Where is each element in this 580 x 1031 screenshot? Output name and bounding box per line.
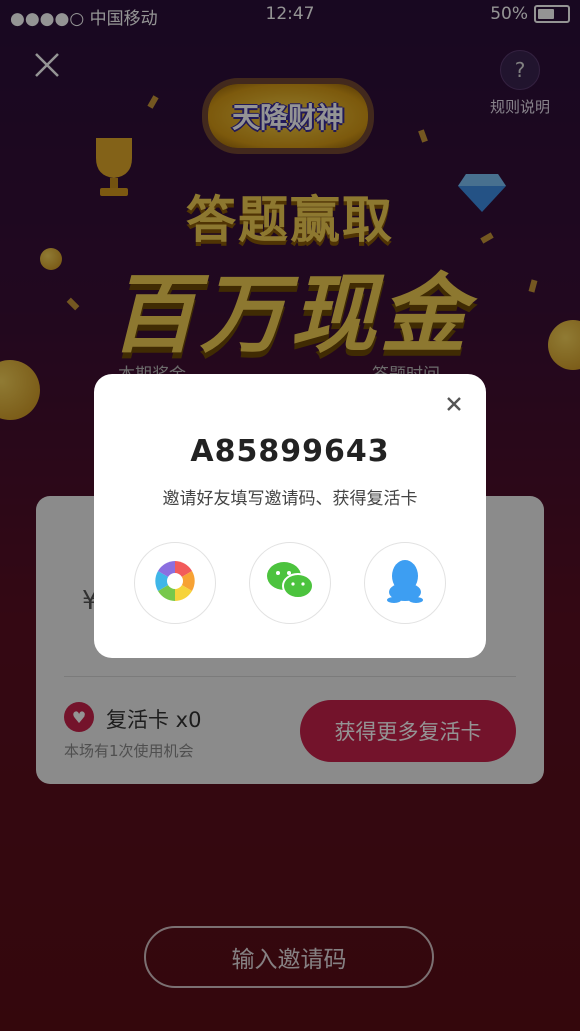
share-wechat-button[interactable]: [249, 542, 331, 624]
close-icon[interactable]: [444, 394, 464, 414]
moments-icon: [153, 559, 197, 607]
wechat-icon: [265, 559, 315, 607]
invite-modal: A85899643 邀请好友填写邀请码、获得复活卡: [94, 374, 486, 658]
qq-icon: [385, 558, 425, 608]
share-qq-button[interactable]: [364, 542, 446, 624]
share-moments-button[interactable]: [134, 542, 216, 624]
invite-code: A85899643: [190, 434, 390, 469]
invite-hint: 邀请好友填写邀请码、获得复活卡: [162, 489, 418, 509]
